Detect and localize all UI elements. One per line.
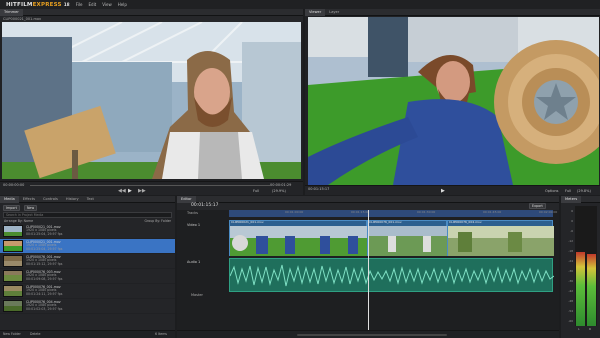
- media-panel: Media Effects Controls History Text Impo…: [0, 195, 175, 338]
- clip-label: CLIP000076_001.mov: [369, 220, 402, 224]
- menu-edit[interactable]: Edit: [89, 2, 97, 7]
- delete-button[interactable]: Delete: [30, 331, 40, 338]
- viewer-play-icon[interactable]: ▶: [441, 188, 445, 194]
- menu-help[interactable]: Help: [118, 2, 127, 7]
- meter-right-bar: [587, 254, 596, 326]
- tab-history[interactable]: History: [62, 196, 83, 203]
- menu-file[interactable]: File: [76, 2, 83, 7]
- tracks-label: Tracks: [187, 211, 198, 215]
- trimmer-timecode-out: 00:00:01:29: [270, 183, 292, 187]
- ruler-tick: 00:01:45:00: [483, 210, 502, 214]
- timeline-scrollbar[interactable]: [297, 334, 447, 336]
- media-item[interactable]: CLIP000076_004.mov 1920 x 1080 pixels 00:0…: [0, 299, 175, 314]
- editor-panel: Editor 00:01:15:17 Export Tracks 00:01:0…: [177, 195, 559, 338]
- viewer-options-button[interactable]: Options: [545, 189, 559, 193]
- audio-waveform: [229, 264, 555, 287]
- viewer-zoom[interactable]: Full: [565, 189, 571, 193]
- audio-track-label: Audio 1: [187, 260, 201, 264]
- app-logo: HITFILMEXPRESS 18: [6, 1, 70, 8]
- new-button[interactable]: New: [23, 204, 38, 211]
- tab-editor[interactable]: Editor: [177, 195, 196, 203]
- viewer-timecode: 00:01:15:17: [308, 187, 330, 191]
- ruler-tick: 00:01:15:00: [351, 210, 370, 214]
- step-back-icon[interactable]: ◀◀: [118, 188, 126, 194]
- tab-meters[interactable]: Meters: [561, 195, 582, 203]
- meter-left-label: L: [578, 327, 580, 331]
- import-button[interactable]: Import: [3, 204, 20, 211]
- media-item[interactable]: CLIP000076_001.mov 1920 x 1080 pixels 00:0…: [0, 254, 175, 269]
- timeline-ruler[interactable]: 00:01:00:00 00:01:15:00 00:01:30:00 00:0…: [229, 210, 557, 217]
- new-folder-button[interactable]: New Folder: [3, 331, 21, 338]
- ruler-tick: 00:01:30:00: [417, 210, 436, 214]
- trimmer-zoom[interactable]: Full: [253, 189, 259, 193]
- tab-controls[interactable]: Controls: [39, 196, 62, 203]
- tab-effects[interactable]: Effects: [19, 196, 39, 203]
- tab-media[interactable]: Media: [0, 195, 19, 203]
- viewer-video-frame[interactable]: [308, 17, 599, 185]
- menu-view[interactable]: View: [102, 2, 112, 7]
- item-count: 6 Items: [155, 332, 167, 336]
- group-by-dropdown[interactable]: Group By: Folder: [145, 218, 172, 224]
- video-clip-thumbnails: [230, 226, 368, 256]
- meter-left-bar: [576, 251, 585, 326]
- menu-bar: HITFILMEXPRESS 18 File Edit View Help: [0, 0, 600, 9]
- trimmer-video-frame[interactable]: [2, 22, 301, 179]
- arrange-by-dropdown[interactable]: Arrange By: Name: [4, 218, 33, 224]
- meter-right-label: R: [589, 327, 592, 331]
- video-track-label: Video 1: [187, 223, 201, 227]
- meters-panel: Meters 6 0 -6 -12 -18 -24 -30 -36 -42 -48 -54 -60 L…: [561, 195, 600, 338]
- export-button[interactable]: Export: [529, 203, 546, 209]
- audio-track[interactable]: [229, 258, 555, 292]
- playhead[interactable]: [368, 210, 369, 335]
- ruler-tick: 00:01:00:00: [285, 210, 304, 214]
- trimmer-fit[interactable]: (29.9%): [272, 189, 286, 193]
- meter-scale: 6 0 -6 -12 -18 -24 -30 -36 -42 -48 -54 -60: [568, 209, 573, 323]
- media-item[interactable]: CLIP000021_001.mov 1920 x 1080 pixels 00:0…: [0, 224, 175, 239]
- clip-label: CLIP000076_004.mov: [449, 220, 482, 224]
- media-item[interactable]: CLIP000076_001.mov 1920 x 1080 pixels 00:0…: [0, 284, 175, 299]
- viewer-fit[interactable]: (29.8%): [577, 189, 591, 193]
- video-track[interactable]: CLIP000021_001.mov CLIP000076_001.mov CL…: [229, 220, 554, 256]
- media-item[interactable]: CLIP000021_001.mov 1920 x 1080 pixels 00:0…: [0, 239, 175, 254]
- media-item[interactable]: CLIP000076_003.mov 1920 x 1080 pixels 00:0…: [0, 269, 175, 284]
- trimmer-timecode-in: 00:00:00:00: [3, 183, 25, 187]
- ruler-tick: 00:02:00:00: [539, 210, 558, 214]
- play-icon[interactable]: ▶: [128, 188, 132, 194]
- tab-viewer[interactable]: Viewer: [305, 8, 326, 16]
- trimmer-panel: Trimmer CLIP000021_001.mov 00:00:00:00 0…: [0, 8, 303, 195]
- viewer-panel: Viewer Layer 00:01:15:17 ▶ Options Full …: [305, 8, 600, 195]
- tab-text[interactable]: Text: [83, 196, 98, 203]
- step-forward-icon[interactable]: ▶▶: [138, 188, 146, 194]
- clip-label: CLIP000021_001.mov: [231, 220, 264, 224]
- tab-trimmer[interactable]: Trimmer: [0, 8, 23, 16]
- editor-timecode: 00:01:15:17: [191, 203, 219, 208]
- master-track-label: Master: [191, 293, 203, 297]
- media-list: CLIP000021_001.mov 1920 x 1080 pixels 00:0…: [0, 224, 175, 314]
- tab-layer[interactable]: Layer: [325, 9, 343, 16]
